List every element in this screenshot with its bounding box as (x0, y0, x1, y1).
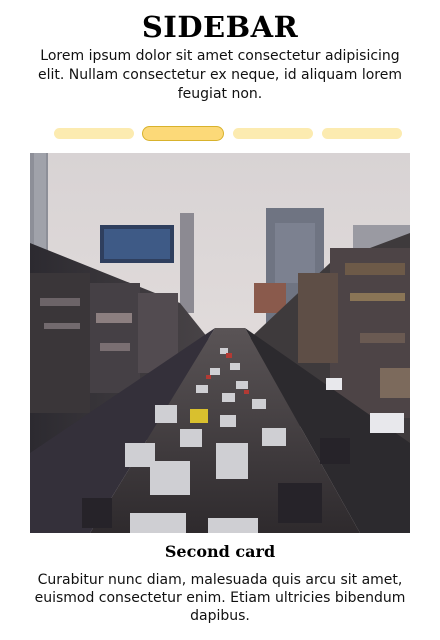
card-title: Second card (164, 542, 276, 561)
sidebar: SIDEBAR Lorem ipsum dolor sit amet conse… (0, 0, 440, 640)
carousel-dot-3[interactable] (233, 128, 313, 139)
sidebar-intro-text: Lorem ipsum dolor sit amet consectetur a… (37, 48, 402, 102)
sidebar-title: SIDEBAR (141, 10, 299, 44)
carousel-dot-2[interactable] (142, 126, 224, 141)
card-text: Curabitur nunc diam, malesuada quis arcu… (34, 572, 406, 624)
carousel-dot-4[interactable] (322, 128, 402, 139)
carousel-dot-1[interactable] (54, 128, 134, 139)
card-image (30, 153, 410, 533)
carousel-indicators (54, 126, 404, 142)
